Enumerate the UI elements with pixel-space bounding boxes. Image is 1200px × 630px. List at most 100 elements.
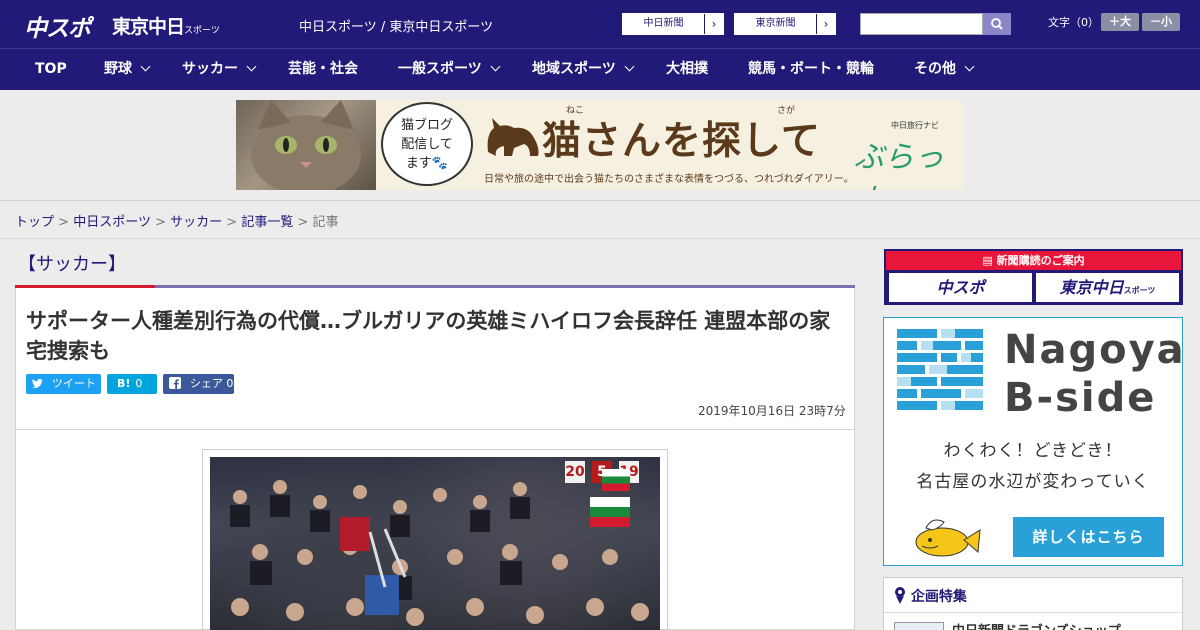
bubble-line: 配信して: [401, 137, 453, 152]
nav-item-label: TOP: [35, 61, 67, 77]
bside-title-line: Nagoya: [1004, 327, 1186, 373]
subscribe-tokyo-chunichi-label: 東京中日: [1059, 278, 1124, 297]
bside-copy: わくわく！どきどき！ 名古屋の水辺が変わっていく: [884, 436, 1182, 498]
twitter-bird-icon: [32, 377, 47, 390]
bubble-line: 猫ブログ: [400, 118, 453, 133]
ad-navi-label: 中日旅行ナビ: [891, 121, 939, 130]
font-smaller-button[interactable]: －小: [1142, 13, 1180, 31]
category-label: 【サッカー】: [18, 254, 126, 275]
special-feature-header: 企画特集: [894, 586, 967, 606]
tweet-button[interactable]: ツイート: [26, 374, 101, 394]
subscription-box: ▤ 新聞購読のご案内 中スポ 東京中日スポーツ: [884, 249, 1183, 305]
chevron-right-icon: ›: [704, 14, 723, 34]
shachihoko-mascot-icon: [915, 519, 981, 557]
cat-face-icon: [251, 100, 361, 190]
ad-brand-logo: ぶらっ人: [854, 140, 944, 190]
nav-item-label: 地域スポーツ: [532, 61, 616, 77]
chevron-right-icon: ›: [816, 14, 835, 34]
nav-item-label: 芸能・社会: [288, 61, 358, 77]
breadcrumb-soccer[interactable]: サッカー: [170, 215, 222, 230]
nav-item-label: 競馬・ボート・競輪: [748, 61, 874, 77]
tweet-label: ツイート: [51, 377, 96, 390]
font-size-label: 文字（0）: [1048, 16, 1099, 29]
nav-item-label: その他: [914, 61, 956, 77]
breadcrumb-separator: >: [297, 215, 309, 230]
chevron-down-icon: [246, 61, 257, 72]
nav-item-sumo[interactable]: 大相撲: [666, 49, 708, 91]
special-feature-divider: [884, 612, 1182, 613]
cat-photo: [236, 100, 376, 190]
ad-title: 猫さんを探して: [484, 110, 821, 166]
breadcrumb-top[interactable]: トップ: [15, 215, 54, 230]
bside-title: Nagoya B-side: [1004, 326, 1186, 422]
nav-item-local-sports[interactable]: 地域スポーツ: [532, 49, 635, 91]
chevron-down-icon: [964, 61, 975, 72]
bside-copy-line: わくわく！どきどき！: [943, 441, 1123, 461]
search-button[interactable]: [983, 13, 1011, 35]
chunichi-shimbun-link[interactable]: 中日新聞 ›: [622, 13, 724, 35]
nav-item-entertainment[interactable]: 芸能・社会: [288, 49, 358, 91]
special-feature-thumbnail[interactable]: [894, 622, 944, 630]
breadcrumb: トップ > 中日スポーツ > サッカー > 記事一覧 > 記事: [15, 211, 339, 230]
chuspo-logo[interactable]: 中スポ: [24, 9, 91, 43]
nav-item-top[interactable]: TOP: [35, 49, 67, 91]
facebook-icon: [169, 377, 185, 390]
hatena-count: 0: [135, 377, 143, 390]
nav-item-label: サッカー: [182, 61, 238, 77]
nav-item-label: 野球: [104, 61, 132, 77]
bubble-line: ます🐾: [405, 156, 449, 171]
breadcrumb-article-list[interactable]: 記事一覧: [241, 215, 293, 230]
facebook-share-count: 0: [226, 377, 234, 390]
facebook-share-label: シェア: [189, 377, 223, 390]
facebook-share-button[interactable]: シェア 0: [163, 374, 234, 394]
subscribe-tokyo-chunichi-button[interactable]: 東京中日スポーツ: [1036, 273, 1179, 302]
nav-item-general-sports[interactable]: 一般スポーツ: [398, 49, 501, 91]
brick-wall-icon: [897, 329, 983, 410]
ad-speech-bubble: 猫ブログ 配信して ます🐾: [381, 102, 473, 186]
ad-subtitle: 日常や旅の途中で出会う猫たちのさまざまな表情をつづる、つれづれダイアリー。: [484, 174, 854, 185]
ad-title-text: 猫さんを探して: [542, 119, 821, 164]
category-underline-accent: [15, 285, 155, 288]
breadcrumb-bar: トップ > 中日スポーツ > サッカー > 記事一覧 > 記事: [0, 200, 1200, 239]
nav-item-soccer[interactable]: サッカー: [182, 49, 257, 91]
search-input[interactable]: [860, 13, 983, 35]
nav-item-baseball[interactable]: 野球: [104, 49, 151, 91]
chevron-down-icon: [624, 61, 635, 72]
hatena-icon: B!: [117, 377, 131, 390]
top-header: 中スポ 東京中日スポーツ 中日スポーツ / 東京中日スポーツ 中日新聞 › 東京…: [0, 0, 1200, 48]
hatena-bookmark-button[interactable]: B! 0: [107, 374, 157, 394]
ad-banner-cat-blog[interactable]: 猫ブログ 配信して ます🐾 ねこ さが 猫さんを探して 日常や旅の途中で出会う猫…: [236, 100, 964, 190]
breadcrumb-chunichi-sports[interactable]: 中日スポーツ: [73, 215, 151, 230]
site-name-link[interactable]: 中日スポーツ / 東京中日スポーツ: [299, 16, 493, 35]
article-date: 2019年10月16日 23時7分: [698, 404, 846, 418]
article-photo[interactable]: 20 5 19: [210, 457, 660, 630]
special-feature-item[interactable]: 中日新聞ドラゴンズショップ: [952, 620, 1121, 630]
tokyo-chunichi-logo-text: 東京中日: [112, 16, 185, 38]
subscribe-tokyo-chunichi-suffix: スポーツ: [1123, 286, 1156, 295]
subscription-header-label: 新聞購読のご案内: [996, 254, 1085, 267]
bside-copy-line: 名古屋の水辺が変わっていく: [916, 472, 1150, 492]
special-feature-title: 企画特集: [910, 589, 967, 605]
cat-silhouette-icon: [487, 118, 539, 156]
nav-item-label: 大相撲: [666, 61, 708, 77]
nav-item-racing[interactable]: 競馬・ボート・競輪: [748, 49, 874, 91]
search-icon: [991, 18, 1003, 30]
main-nav: TOP 野球 サッカー 芸能・社会 一般スポーツ 地域スポーツ 大相撲 競馬・ボ…: [0, 48, 1200, 90]
subscription-header: ▤ 新聞購読のご案内: [886, 251, 1181, 270]
tokyo-shimbun-link[interactable]: 東京新聞 ›: [734, 13, 836, 35]
breadcrumb-separator: >: [226, 215, 238, 230]
special-feature-box: 企画特集 中日新聞ドラゴンズショップ: [883, 577, 1183, 630]
tokyo-shimbun-label: 東京新聞: [755, 18, 796, 29]
ribbon-badge-icon: [895, 587, 905, 604]
bside-title-line: B-side: [1004, 375, 1157, 421]
chunichi-shimbun-label: 中日新聞: [643, 18, 684, 29]
crowd-illustration: [230, 480, 649, 626]
nav-item-other[interactable]: その他: [914, 49, 975, 91]
nagoya-bside-banner[interactable]: Nagoya B-side わくわく！どきどき！ 名古屋の水辺が変わっていく 詳…: [883, 317, 1186, 566]
newspaper-icon: ▤: [982, 254, 993, 267]
subscribe-chuspo-button[interactable]: 中スポ: [889, 273, 1032, 302]
bside-details-button[interactable]: 詳しくはこちら: [1013, 517, 1164, 557]
font-larger-button[interactable]: ＋大: [1101, 13, 1139, 31]
tokyo-chunichi-logo[interactable]: 東京中日スポーツ: [112, 12, 220, 39]
nav-item-label: 一般スポーツ: [398, 61, 482, 77]
